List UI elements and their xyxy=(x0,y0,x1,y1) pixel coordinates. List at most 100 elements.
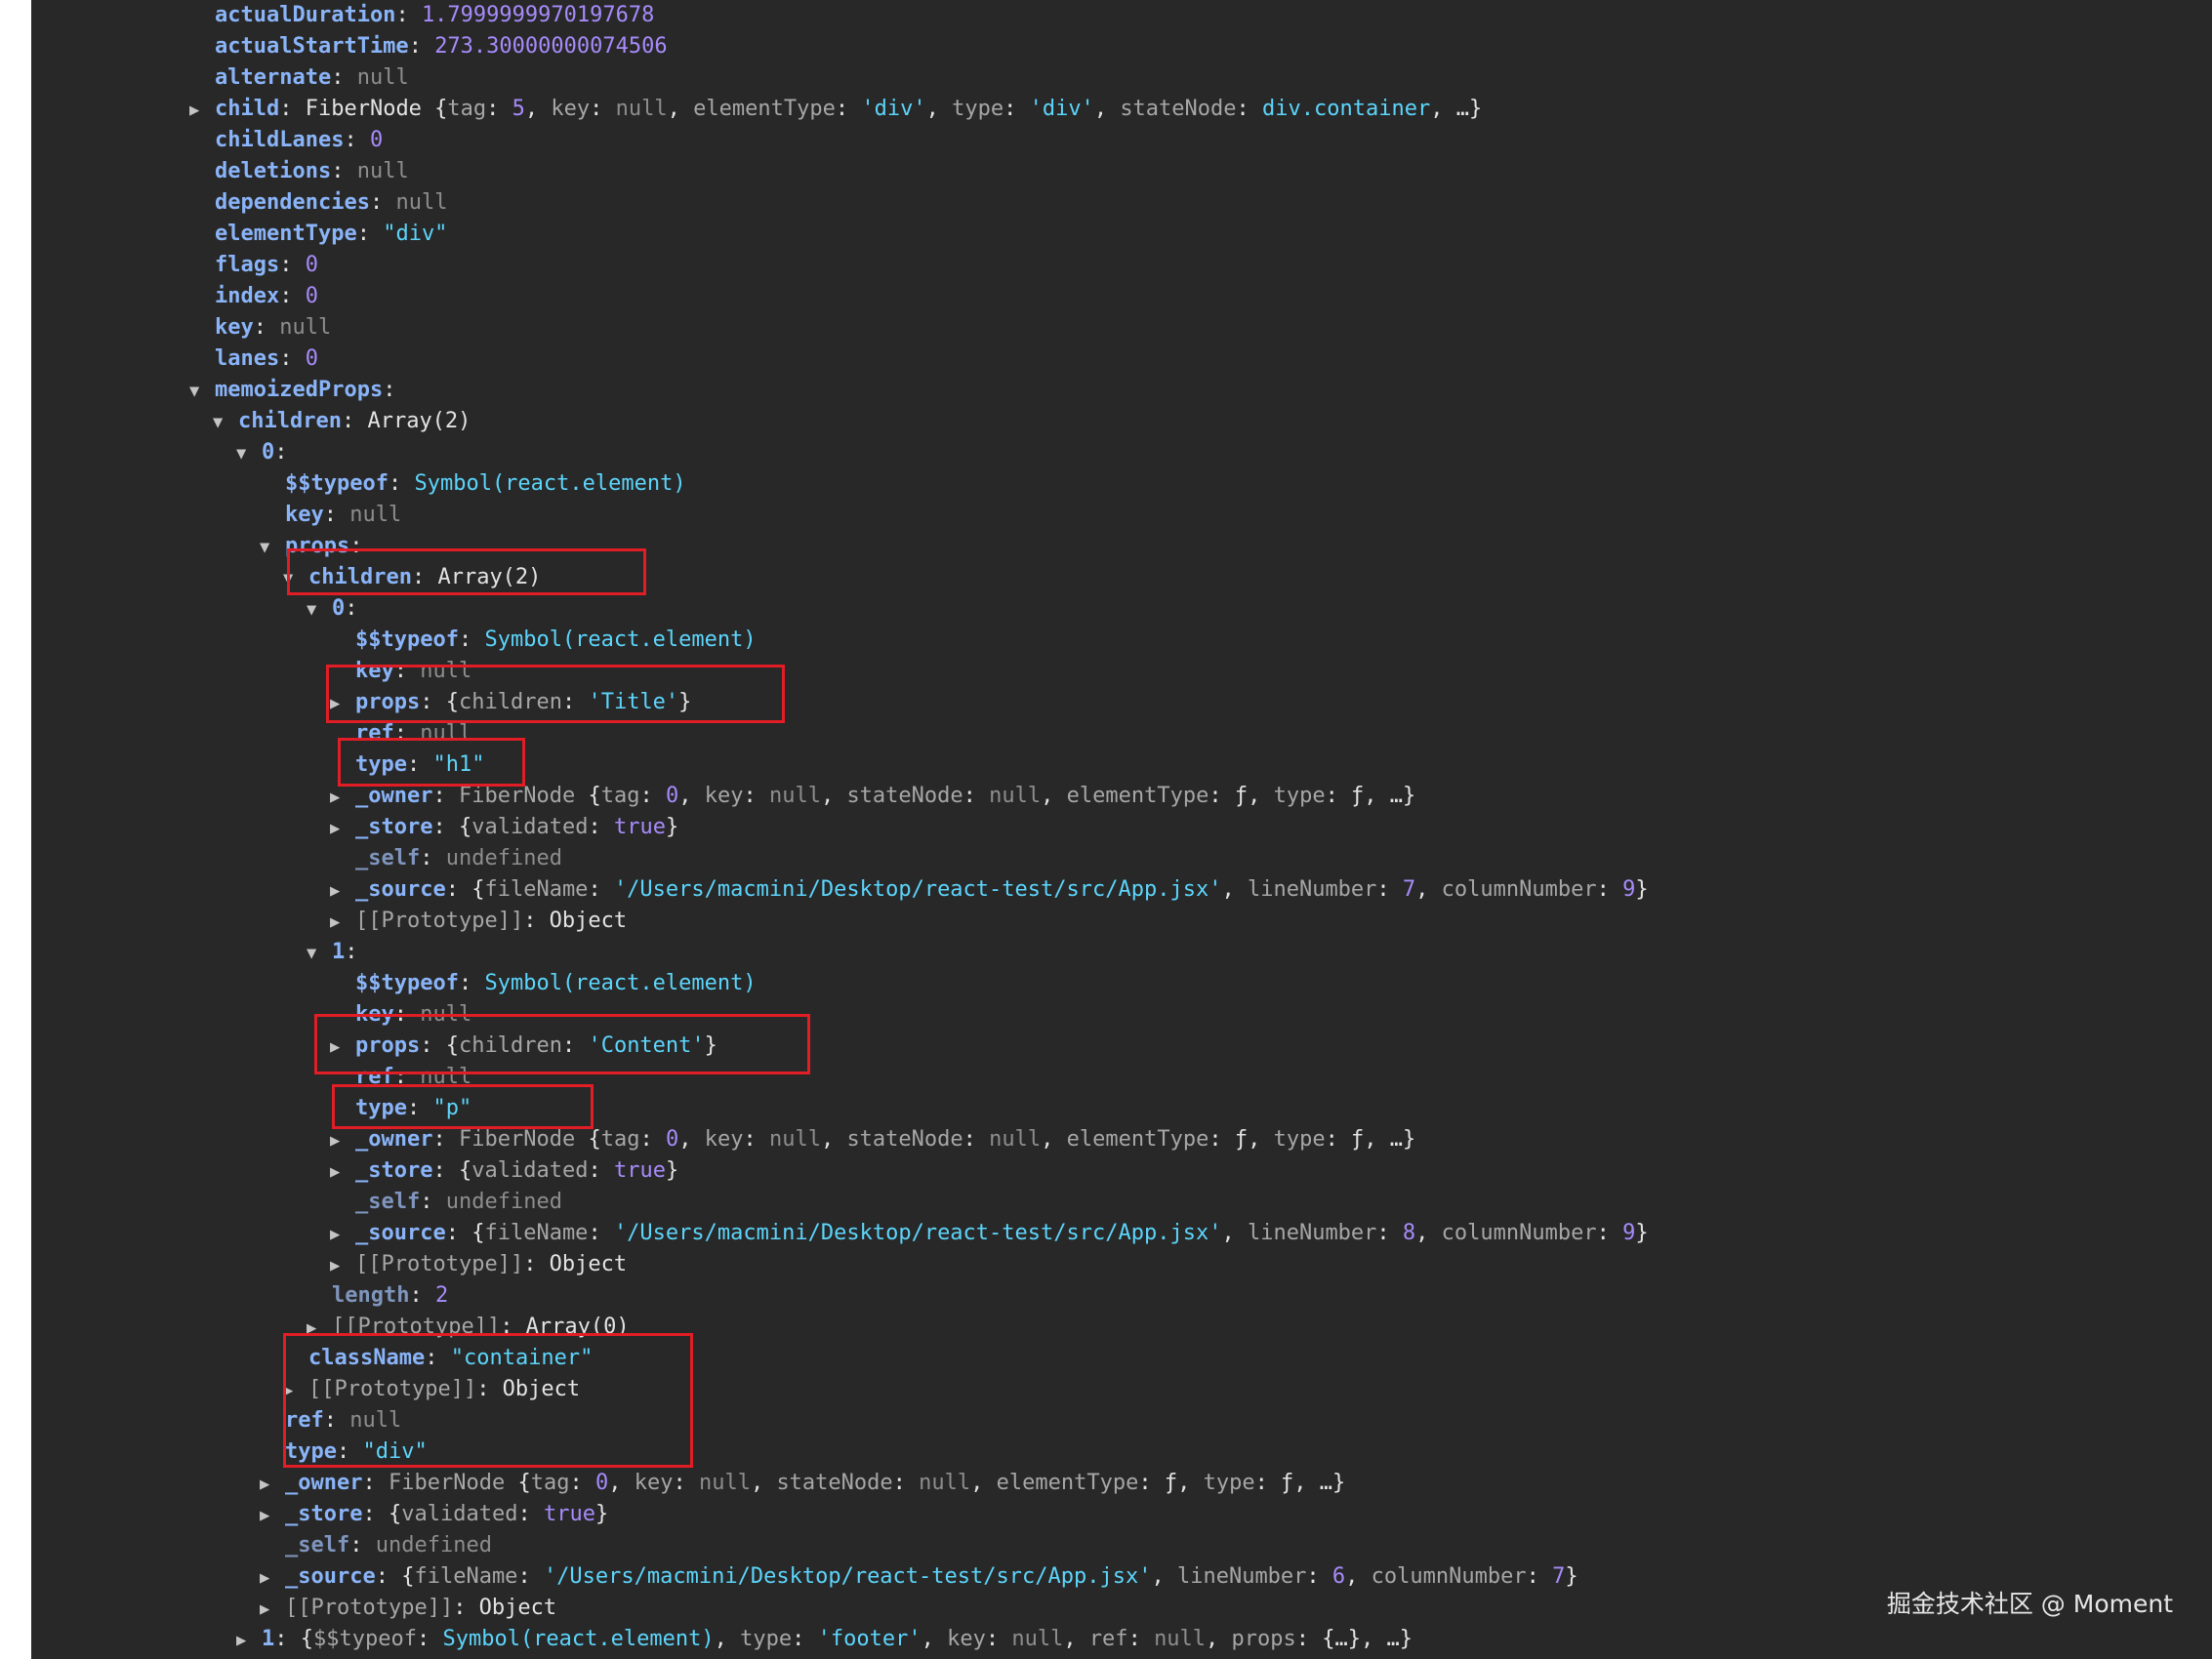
property-value: : xyxy=(963,1127,990,1152)
tree-row: childLanes: 0 xyxy=(189,125,383,156)
tree-row[interactable]: ▶ _source: {fileName: '/Users/macmini/Des… xyxy=(260,1561,1578,1593)
property-value: Symbol(react.element) xyxy=(442,1627,715,1651)
tree-row[interactable]: ▶ _owner: FiberNode {tag: 0, key: null, s… xyxy=(260,1468,1345,1499)
property-value: : xyxy=(1306,1564,1332,1589)
property-value: null xyxy=(356,65,409,90)
property-value: FiberNode xyxy=(458,1127,576,1152)
property-value: null xyxy=(768,1127,821,1152)
property-key: _self xyxy=(285,1533,350,1558)
property-value: elementType xyxy=(996,1471,1139,1495)
tree-row[interactable]: ▶ _source: {fileName: '/Users/macmini/Des… xyxy=(330,874,1649,906)
property-value: 0 xyxy=(305,284,318,308)
property-value: null xyxy=(279,315,332,340)
property-value: tag xyxy=(447,97,487,121)
property-value: 0 xyxy=(594,1471,609,1495)
property-value: : ƒ, …} xyxy=(1254,1471,1346,1495)
property-value: : xyxy=(1004,97,1030,121)
property-value: null xyxy=(349,503,402,527)
expand-triangle-icon[interactable]: ▼ xyxy=(213,407,238,438)
tree-row[interactable]: ▼ children: Array(2) xyxy=(213,406,471,437)
property-value: null xyxy=(1154,1627,1207,1651)
property-value: type xyxy=(952,97,1004,121)
tree-row[interactable]: ▼ 0: xyxy=(307,593,358,625)
property-value: 0 xyxy=(369,128,384,152)
property-value: , xyxy=(1221,1221,1248,1245)
property-key: $$typeof xyxy=(355,627,459,652)
expand-triangle-icon[interactable]: ▼ xyxy=(236,438,262,469)
expand-triangle-icon[interactable]: ▼ xyxy=(307,938,332,969)
property-value: , xyxy=(820,784,847,808)
property-value: : xyxy=(420,1190,446,1214)
property-value: type xyxy=(1273,1127,1326,1152)
property-value: : xyxy=(458,971,485,995)
property-value: : xyxy=(383,378,396,402)
collapse-triangle-icon[interactable]: ▶ xyxy=(189,95,215,126)
collapse-triangle-icon[interactable]: ▶ xyxy=(260,1594,285,1625)
collapse-triangle-icon[interactable]: ▶ xyxy=(330,1219,355,1250)
property-value: key xyxy=(704,1127,744,1152)
tree-row: key: null xyxy=(189,312,331,344)
property-value: : xyxy=(356,222,384,246)
property-value: FiberNode xyxy=(458,784,576,808)
property-value: , xyxy=(1151,1564,1177,1589)
property-key: deletions xyxy=(215,159,332,183)
collapse-triangle-icon[interactable]: ▶ xyxy=(260,1500,285,1531)
expand-triangle-icon[interactable]: ▼ xyxy=(260,532,285,563)
property-value: 273.30000000074506 xyxy=(434,34,668,59)
tree-row[interactable]: ▶ [[Prototype]]: Object xyxy=(260,1593,556,1624)
collapse-triangle-icon[interactable]: ▶ xyxy=(330,1125,355,1156)
property-key: _self xyxy=(355,846,421,870)
property-value: true xyxy=(543,1502,595,1526)
property-value: null xyxy=(356,159,409,183)
collapse-triangle-icon[interactable]: ▶ xyxy=(330,875,355,907)
collapse-triangle-icon[interactable]: ▶ xyxy=(330,813,355,844)
property-value: null xyxy=(919,1471,971,1495)
expand-triangle-icon[interactable]: ▼ xyxy=(189,376,215,407)
tree-row[interactable]: ▶ _store: {validated: true} xyxy=(330,1155,678,1187)
property-value: : xyxy=(344,128,370,152)
tree-row: deletions: null xyxy=(189,156,409,187)
property-value: tag xyxy=(530,1471,570,1495)
property-value: : { xyxy=(274,1627,313,1651)
collapse-triangle-icon[interactable]: ▶ xyxy=(236,1625,262,1656)
property-value: type xyxy=(1203,1471,1255,1495)
property-value: 9 xyxy=(1622,1221,1636,1245)
property-value: true xyxy=(613,1158,666,1183)
property-value: , xyxy=(667,97,694,121)
collapse-triangle-icon[interactable]: ▶ xyxy=(330,1250,355,1281)
tree-row[interactable]: ▶ [[Prototype]]: Object xyxy=(330,906,627,937)
tree-row[interactable]: ▶ _store: {validated: true} xyxy=(260,1499,608,1530)
tree-row[interactable]: ▶ _source: {fileName: '/Users/macmini/Des… xyxy=(330,1218,1649,1249)
collapse-triangle-icon[interactable]: ▶ xyxy=(260,1562,285,1594)
property-value: : xyxy=(792,1627,818,1651)
tree-row[interactable]: ▶ 1: {$$typeof: Symbol(react.element), ty… xyxy=(236,1624,1413,1655)
property-value: : xyxy=(345,940,358,964)
property-value: , xyxy=(1041,784,1067,808)
property-value: 1.7999999970197678 xyxy=(421,3,655,27)
tree-row[interactable]: ▶ _store: {validated: true} xyxy=(330,812,678,843)
collapse-triangle-icon[interactable]: ▶ xyxy=(330,1156,355,1188)
tree-row[interactable]: ▶ [[Prototype]]: Object xyxy=(330,1249,627,1280)
collapse-triangle-icon[interactable]: ▶ xyxy=(260,1469,285,1500)
tree-row[interactable]: ▶ child: FiberNode {tag: 5, key: null, el… xyxy=(189,94,1482,125)
property-value: : xyxy=(349,1533,376,1558)
property-value: [[Prototype]] xyxy=(285,1596,454,1620)
tree-row: flags: 0 xyxy=(189,250,318,281)
property-value: : xyxy=(388,471,415,496)
property-value: : { xyxy=(362,1502,402,1526)
property-key: _source xyxy=(355,1221,446,1245)
property-value: : xyxy=(517,1502,544,1526)
property-value: , xyxy=(1221,877,1248,902)
tree-row[interactable]: ▼ memoizedProps: xyxy=(189,375,395,406)
tree-row[interactable]: ▼ 0: xyxy=(236,437,288,468)
tree-row[interactable]: ▼ 1: xyxy=(307,937,358,968)
collapse-triangle-icon[interactable]: ▶ xyxy=(330,907,355,938)
expand-triangle-icon[interactable]: ▼ xyxy=(307,594,332,626)
property-value: : ƒ, …} xyxy=(1325,1127,1416,1152)
property-value: columnNumber xyxy=(1441,1221,1597,1245)
property-value: : ƒ, xyxy=(1208,1127,1274,1152)
property-value: : xyxy=(985,1627,1012,1651)
property-value: undefined xyxy=(445,1190,562,1214)
property-value: 'div' xyxy=(1029,97,1094,121)
property-value: : xyxy=(279,346,306,371)
